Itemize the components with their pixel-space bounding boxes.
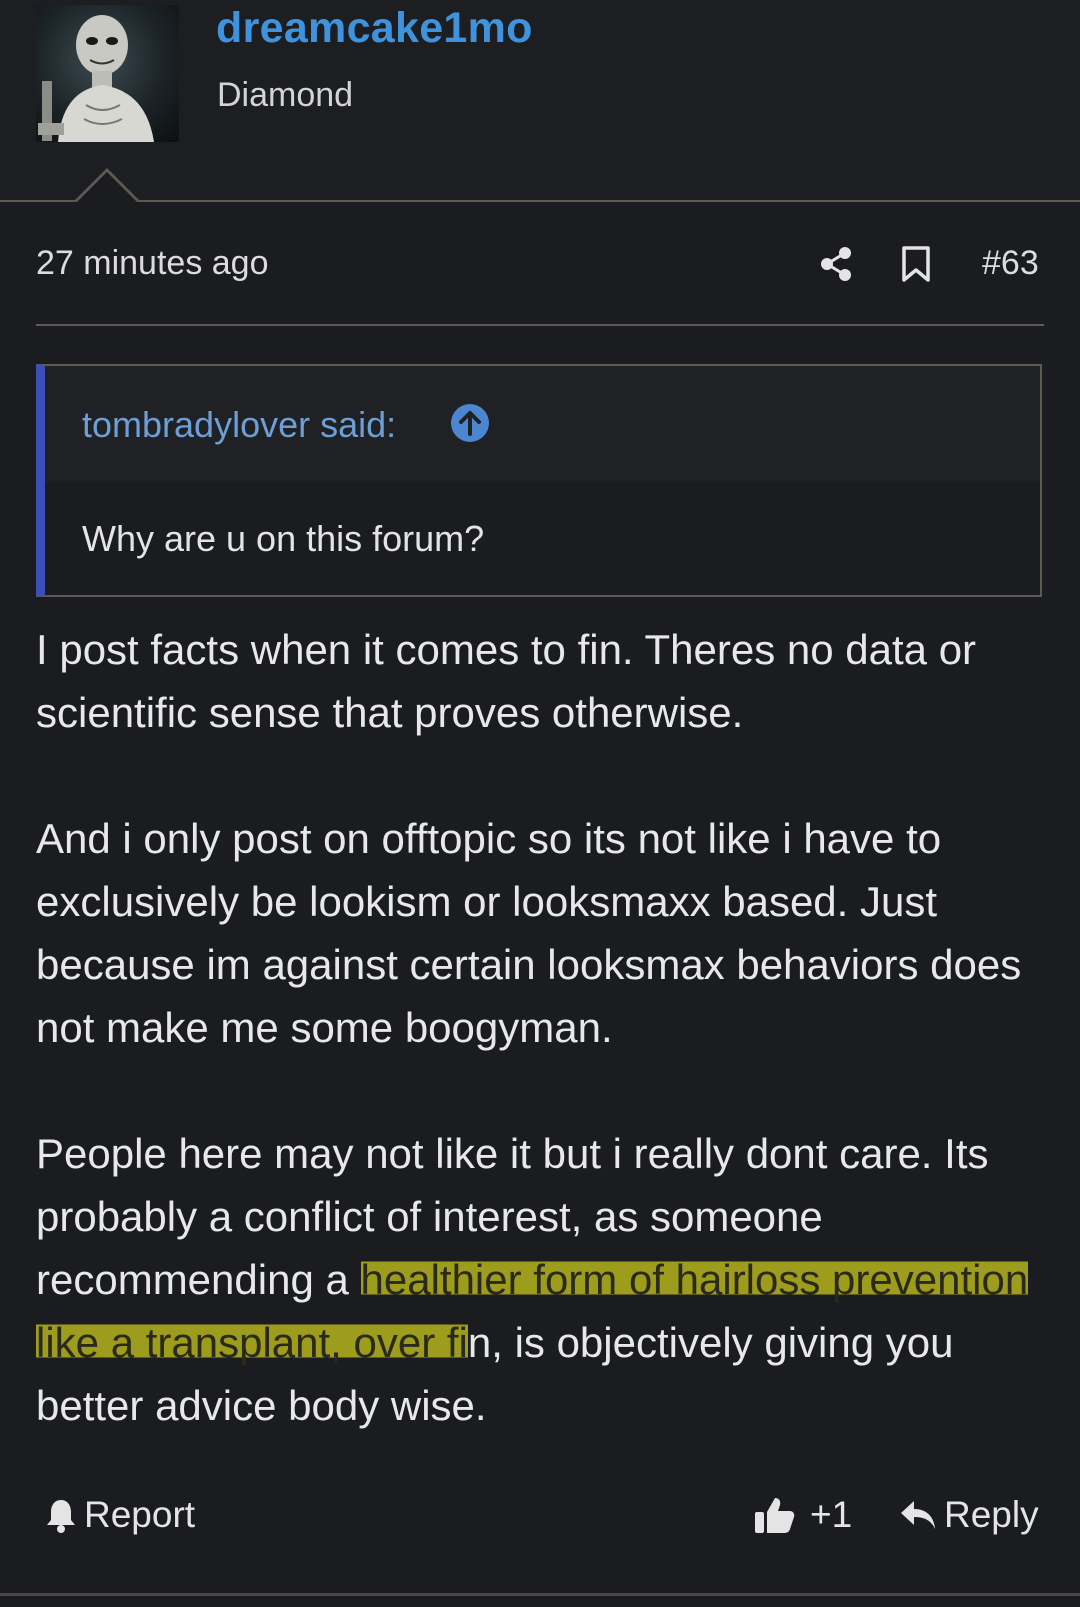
avatar[interactable] [36, 5, 179, 142]
report-label: Report [84, 1494, 196, 1535]
thumbs-up-icon [755, 1498, 795, 1533]
quote-author[interactable]: tombradylover said: [82, 404, 396, 446]
user-rank: Diamond [217, 76, 354, 114]
meta-divider [36, 324, 1044, 326]
post-paragraph-2: And i only post on offtopic so its not l… [36, 815, 1022, 1051]
reply-arrow-icon [901, 1501, 935, 1529]
bookmark-icon[interactable] [896, 244, 936, 284]
header-divider [0, 200, 1080, 202]
share-icon[interactable] [816, 244, 856, 284]
quote-header: tombradylover said: [45, 366, 1040, 482]
bottom-divider [0, 1593, 1080, 1596]
post-number[interactable]: #63 [982, 244, 1039, 283]
bell-icon [47, 1500, 75, 1533]
post-body: I post facts when it comes to fin. There… [36, 618, 1046, 1437]
user-header: dreamcake1mo Diamond [0, 0, 1080, 202]
username[interactable]: dreamcake1mo [216, 4, 533, 53]
reply-label: Reply [944, 1494, 1039, 1535]
like-count: +1 [810, 1494, 853, 1535]
post-timestamp[interactable]: 27 minutes ago [36, 244, 269, 283]
like-button[interactable]: +1 [754, 1494, 852, 1536]
reply-button[interactable]: Reply [898, 1494, 1039, 1536]
arrow-up-circle-icon[interactable] [450, 403, 490, 443]
report-button[interactable]: Report [44, 1494, 195, 1536]
quote-text: Why are u on this forum? [82, 518, 485, 559]
quote-block: tombradylover said: Why are u on this fo… [36, 364, 1042, 597]
post-paragraph-3: People here may not like it but i really… [36, 1122, 1046, 1437]
post-paragraph-1: I post facts when it comes to fin. There… [36, 626, 977, 736]
